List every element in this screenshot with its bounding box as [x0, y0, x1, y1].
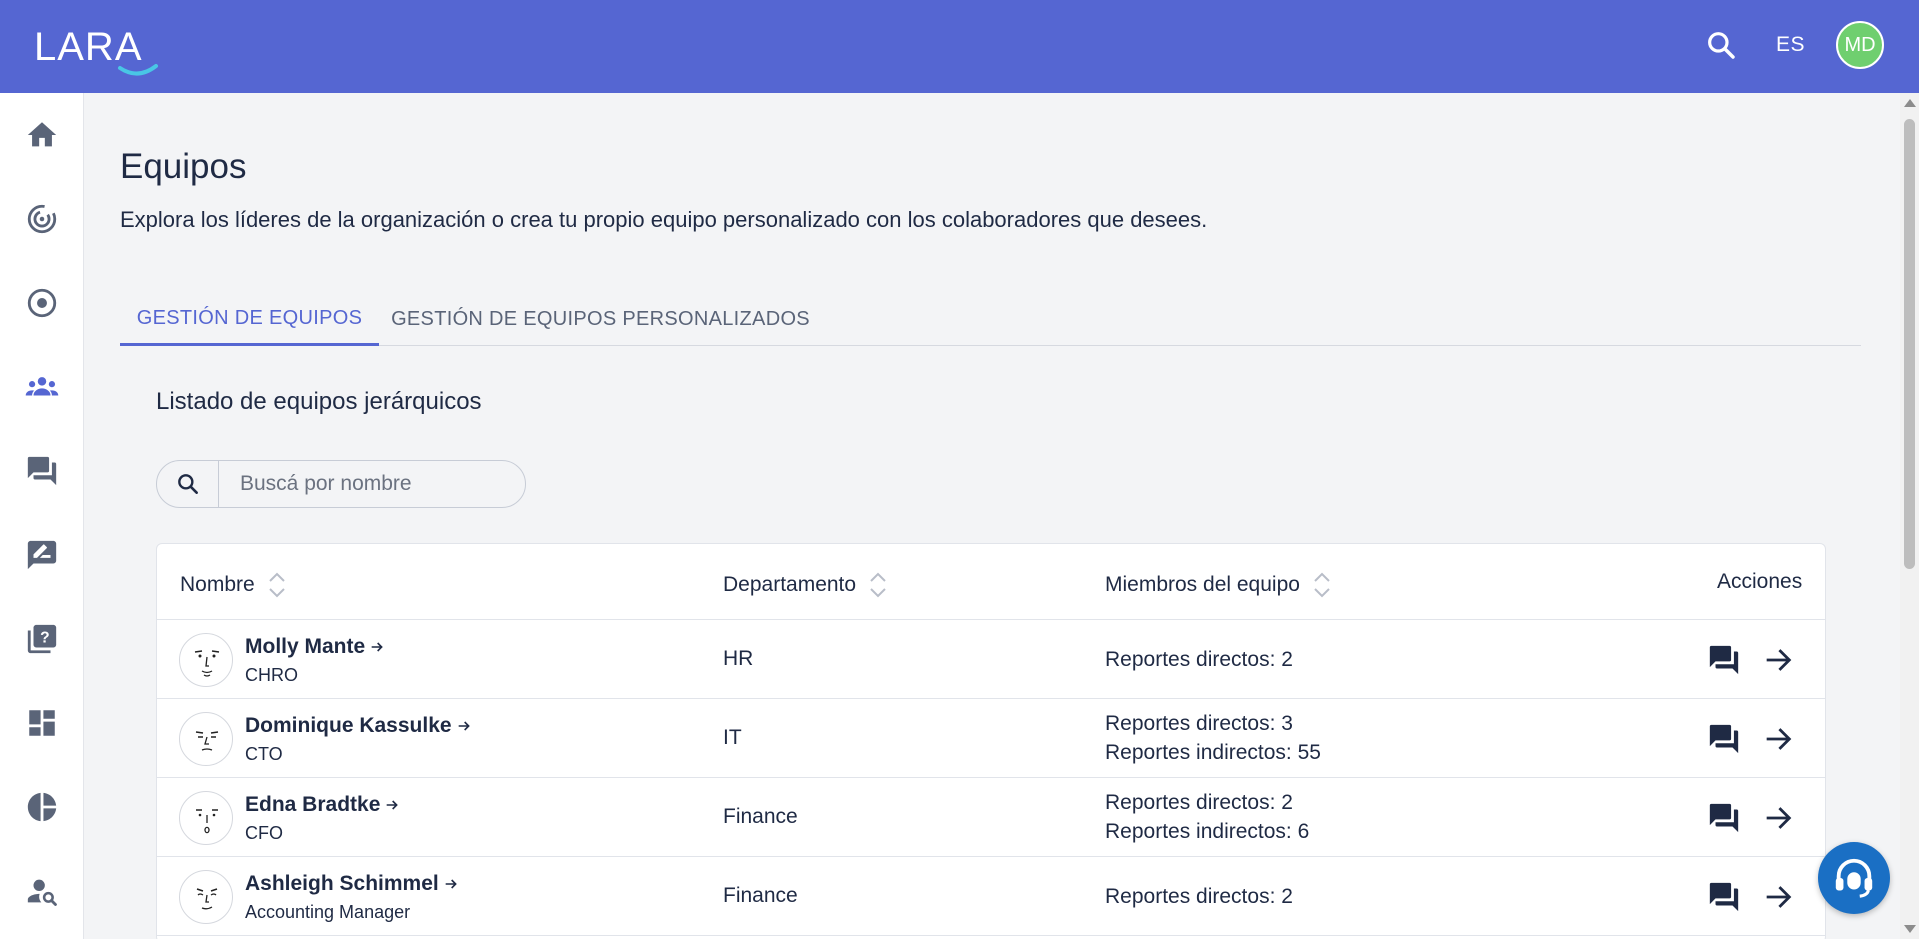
department-cell: IT: [723, 726, 742, 749]
user-avatar[interactable]: MD: [1836, 21, 1884, 69]
column-header-members[interactable]: Miembros del equipo: [1105, 570, 1332, 600]
department-cell: HR: [723, 647, 754, 670]
dashboard-icon[interactable]: [24, 705, 60, 741]
members-cell: Reportes directos: 2: [1105, 645, 1293, 674]
table-row: Ashleigh Schimmel Accounting Manager Fin…: [157, 858, 1825, 936]
table-row: Edna Bradtke CFO Finance Reportes direct…: [157, 779, 1825, 857]
chat-icon[interactable]: [1707, 722, 1741, 756]
table-header: Nombre Departamento Miembros del equipo …: [157, 544, 1825, 620]
column-header-name[interactable]: Nombre: [180, 570, 287, 600]
lara-logo[interactable]: LARA: [34, 22, 164, 76]
members-cell: Reportes directos: 2 Reportes indirectos…: [1105, 788, 1309, 846]
indirect-reports: Reportes indirectos: 55: [1105, 741, 1321, 764]
arrow-forward-icon[interactable]: [1761, 643, 1795, 677]
person-name: Edna Bradtke: [245, 793, 381, 816]
groups-icon[interactable]: [24, 369, 60, 405]
tab-custom-team-management[interactable]: GESTIÓN DE EQUIPOS PERSONALIZADOS: [379, 293, 822, 346]
person-name: Dominique Kassulke: [245, 714, 452, 737]
page-subtitle: Explora los líderes de la organización o…: [120, 207, 1208, 232]
teams-table: Nombre Departamento Miembros del equipo …: [156, 543, 1826, 939]
top-app-bar: LARA ES MD: [0, 0, 1919, 93]
radio-target-icon[interactable]: [24, 285, 60, 321]
page-scrollbar[interactable]: [1900, 93, 1919, 939]
person-role: CFO: [245, 823, 283, 843]
sort-icon[interactable]: [267, 570, 287, 600]
language-selector[interactable]: ES: [1776, 33, 1805, 57]
person-role: CHRO: [245, 665, 298, 685]
indirect-reports: Reportes indirectos: 6: [1105, 820, 1310, 843]
column-header-label: Nombre: [180, 573, 255, 596]
main-content: Equipos Explora los líderes de la organi…: [84, 93, 1900, 939]
avatar: [179, 712, 233, 766]
home-icon[interactable]: [24, 117, 60, 153]
svg-text:?: ?: [40, 630, 50, 647]
sort-icon[interactable]: [868, 570, 888, 600]
arrow-right-icon: [387, 800, 399, 810]
section-title: Listado de equipos jerárquicos: [156, 388, 482, 415]
arrow-forward-icon[interactable]: [1761, 722, 1795, 756]
avatar: [179, 791, 233, 845]
person-name-link[interactable]: Dominique Kassulke: [245, 714, 472, 738]
person-role: CTO: [245, 744, 283, 764]
rate-review-icon[interactable]: [24, 537, 60, 573]
members-cell: Reportes directos: 3 Reportes indirectos…: [1105, 709, 1321, 767]
person-name-link[interactable]: Ashleigh Schimmel: [245, 872, 459, 896]
scroll-down-arrow[interactable]: [1904, 925, 1916, 933]
person-name: Ashleigh Schimmel: [245, 872, 439, 895]
direct-reports: Reportes directos: 2: [1105, 791, 1293, 814]
page-title: Equipos: [120, 147, 247, 186]
direct-reports: Reportes directos: 2: [1105, 885, 1293, 908]
department-cell: Finance: [723, 884, 798, 907]
table-row: Molly Mante CHRO HR Reportes directos: 2: [157, 621, 1825, 699]
name-search-box: [156, 460, 526, 508]
tabs-bar: GESTIÓN DE EQUIPOS GESTIÓN DE EQUIPOS PE…: [120, 293, 1861, 346]
members-cell: Reportes directos: 2: [1105, 882, 1293, 911]
chat-icon[interactable]: [1707, 801, 1741, 835]
person-name: Molly Mante: [245, 635, 366, 658]
person-role: Accounting Manager: [245, 902, 411, 922]
quiz-icon[interactable]: ?: [24, 621, 60, 657]
arrow-right-icon: [458, 721, 470, 731]
column-header-label: Departamento: [723, 573, 857, 596]
arrow-right-icon: [371, 642, 383, 652]
scroll-thumb[interactable]: [1904, 119, 1915, 569]
pie-chart-icon[interactable]: [24, 789, 60, 825]
person-name-link[interactable]: Molly Mante: [245, 635, 385, 659]
person-search-icon[interactable]: [24, 873, 60, 909]
search-input[interactable]: [220, 461, 520, 507]
arrow-forward-icon[interactable]: [1761, 880, 1795, 914]
direct-reports: Reportes directos: 3: [1105, 712, 1293, 735]
chat-icon[interactable]: [1707, 880, 1741, 914]
avatar: [179, 870, 233, 924]
search-icon[interactable]: [157, 461, 219, 507]
target-fingerprint-icon[interactable]: [24, 201, 60, 237]
sort-icon[interactable]: [1312, 570, 1332, 600]
headset-icon: [1835, 858, 1873, 898]
column-header-department[interactable]: Departamento: [723, 570, 888, 600]
tab-team-management[interactable]: GESTIÓN DE EQUIPOS: [120, 293, 379, 346]
support-headset-button[interactable]: [1818, 842, 1890, 914]
avatar: [179, 633, 233, 687]
forum-icon[interactable]: [24, 453, 60, 489]
arrow-right-icon: [445, 879, 457, 889]
department-cell: Finance: [723, 805, 798, 828]
chat-icon[interactable]: [1707, 643, 1741, 677]
direct-reports: Reportes directos: 2: [1105, 648, 1293, 671]
search-icon[interactable]: [1705, 29, 1737, 61]
scroll-up-arrow[interactable]: [1904, 99, 1916, 107]
svg-text:LARA: LARA: [34, 25, 143, 69]
person-name-link[interactable]: Edna Bradtke: [245, 793, 400, 817]
table-row: Dominique Kassulke CTO IT Reportes direc…: [157, 700, 1825, 778]
arrow-forward-icon[interactable]: [1761, 801, 1795, 835]
column-header-label: Miembros del equipo: [1105, 573, 1300, 596]
column-header-actions: Acciones: [1717, 570, 1803, 593]
sidebar-nav: ?: [0, 93, 84, 939]
